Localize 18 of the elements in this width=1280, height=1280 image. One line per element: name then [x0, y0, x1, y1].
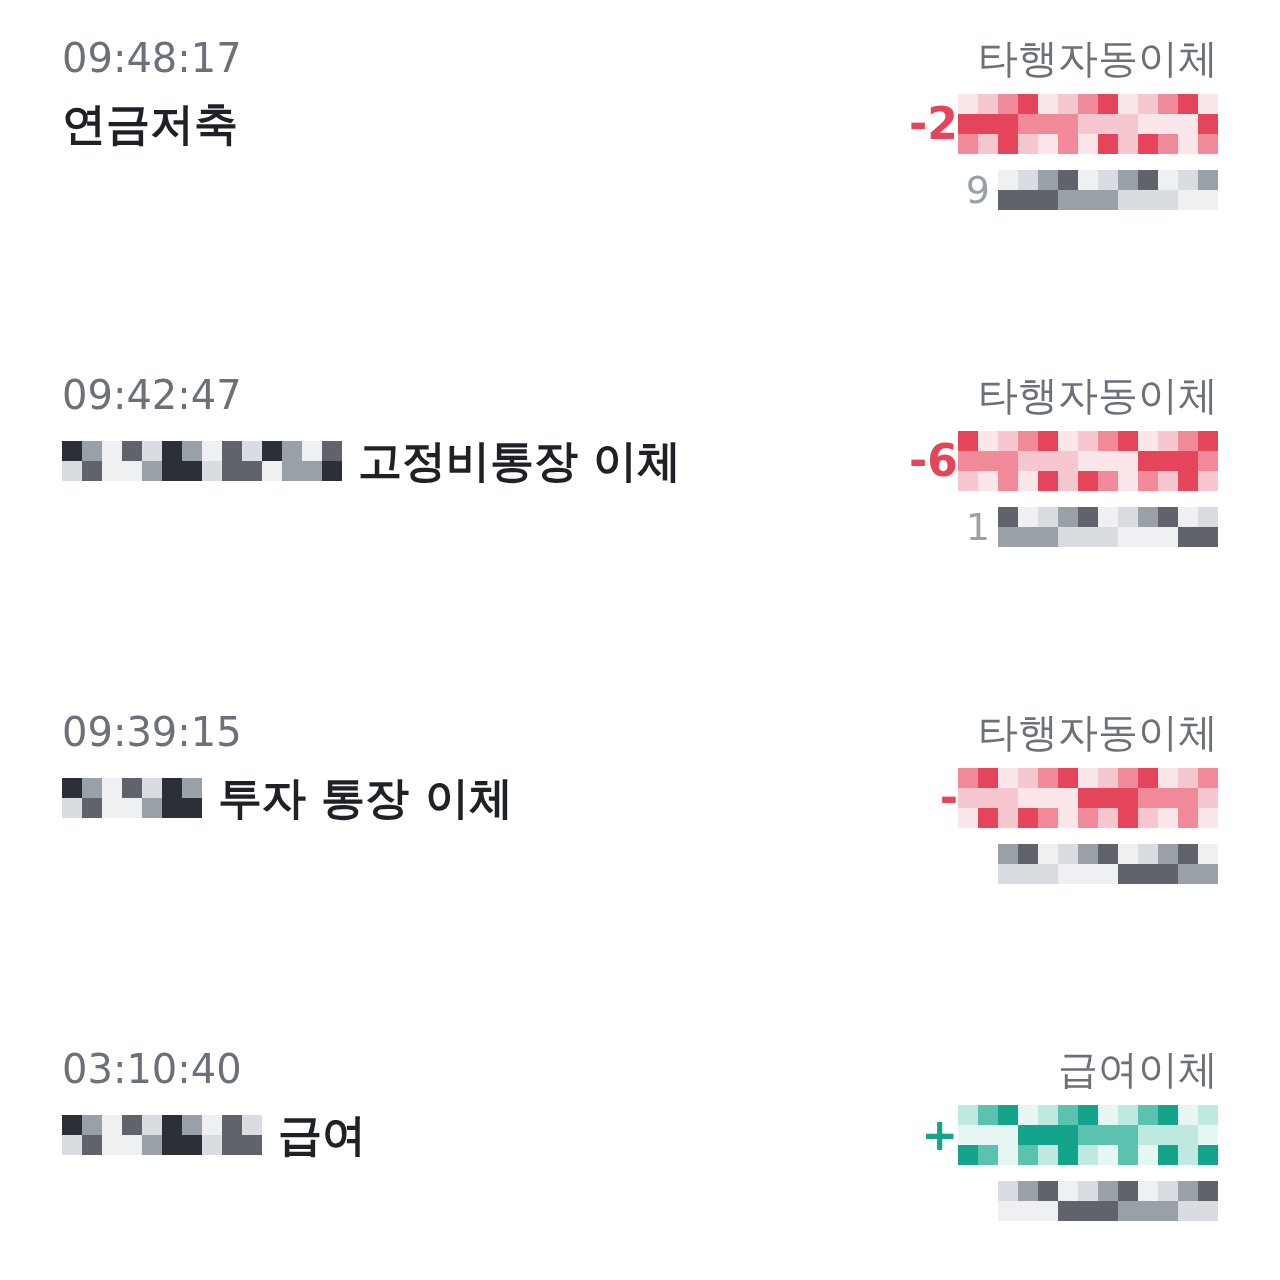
amount-visible-part: -6 — [909, 439, 958, 483]
transaction-type: 타행자동이체 — [978, 712, 1218, 752]
transaction-time: 03:10:40 — [62, 1049, 243, 1089]
transaction-type: 급여이체 — [1058, 1049, 1218, 1089]
transaction-time: 09:39:15 — [62, 712, 243, 752]
transaction-title: 고정비통장 이체 — [358, 439, 682, 483]
amount-visible-part: - — [939, 776, 958, 820]
amount-visible-part: -2 — [909, 102, 958, 146]
balance-visible-part: 9 — [965, 171, 990, 209]
transaction-time: 09:48:17 — [62, 38, 242, 78]
transaction-type: 타행자동이체 — [978, 38, 1218, 78]
transaction-title: 투자 통장 이체 — [218, 776, 513, 820]
transaction-type: 타행자동이체 — [978, 375, 1218, 415]
amount-visible-part: + — [921, 1113, 958, 1157]
balance-visible-part: 1 — [965, 508, 990, 546]
transaction-title: 연금저축 — [62, 102, 238, 146]
transaction-title: 급여 — [278, 1113, 366, 1157]
transaction-time: 09:42:47 — [62, 375, 243, 415]
